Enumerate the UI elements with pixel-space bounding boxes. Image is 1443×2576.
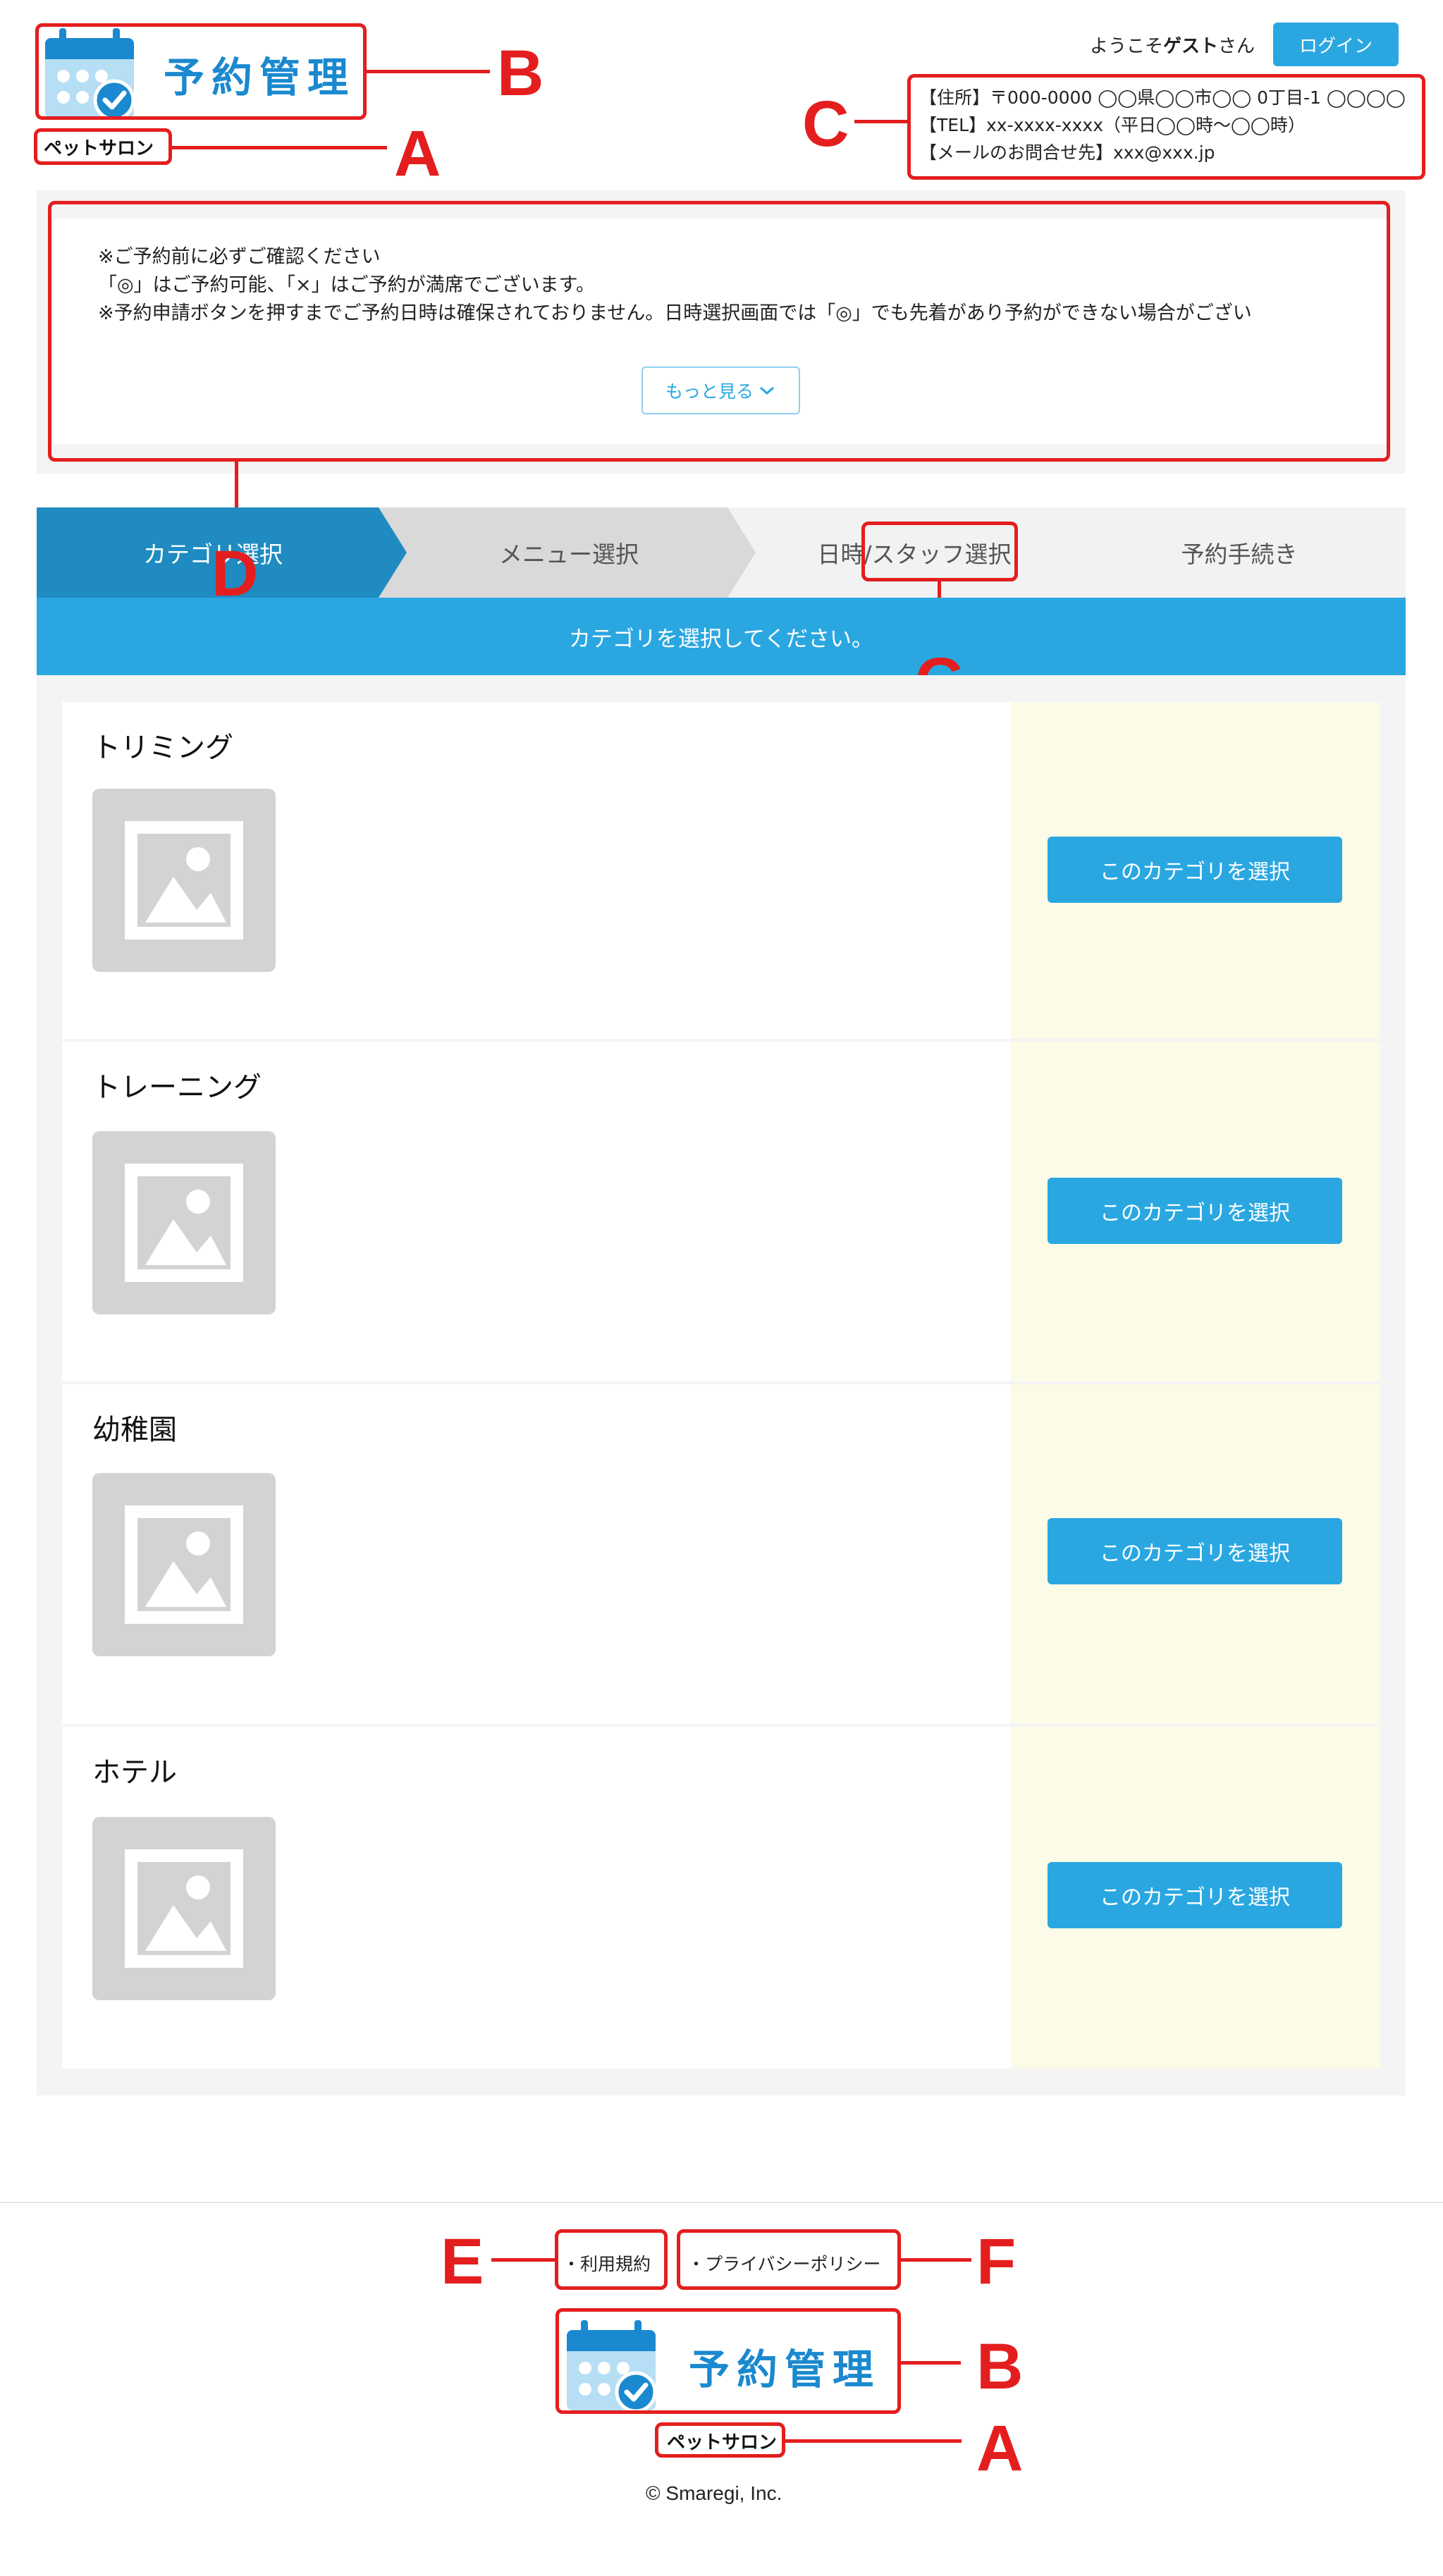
category-list: トリミング このカテゴリを選択 トレーニング このカテゴリを選択 幼稚園 このカ… <box>37 675 1406 2095</box>
annotation-box-b-footer <box>555 2308 901 2414</box>
copyright: © Smaregi, Inc. <box>646 2482 782 2504</box>
welcome-user: ゲスト <box>1163 36 1219 57</box>
annotation-box-b <box>35 23 367 120</box>
annotation-line-f <box>901 2258 971 2262</box>
annotation-label-d: D <box>211 538 259 610</box>
step-menu: メニュー選択 <box>393 507 745 598</box>
footer-divider <box>0 2202 1443 2203</box>
category-action-panel: このカテゴリを選択 <box>1011 1384 1380 1724</box>
annotation-line-a <box>172 146 387 149</box>
annotation-line-c <box>854 120 907 123</box>
annotation-label-c: C <box>802 88 849 160</box>
category-action-panel: このカテゴリを選択 <box>1011 1727 1380 2069</box>
select-category-button[interactable]: このカテゴリを選択 <box>1048 1178 1342 1244</box>
annotation-label-f: F <box>976 2226 1017 2298</box>
login-button[interactable]: ログイン <box>1273 23 1399 66</box>
annotation-box-g <box>861 522 1018 581</box>
image-placeholder-icon <box>92 1817 276 2000</box>
annotation-label-b-footer: B <box>976 2331 1024 2403</box>
annotation-line-b-footer <box>901 2361 961 2365</box>
category-row: 幼稚園 このカテゴリを選択 <box>62 1384 1380 1724</box>
annotation-box-e <box>555 2229 668 2290</box>
annotation-box-f <box>677 2229 901 2290</box>
category-name: トレーニング <box>92 1071 262 1104</box>
welcome-suffix: さん <box>1218 36 1255 57</box>
annotation-label-a-footer: A <box>976 2412 1024 2484</box>
welcome-text: ようこそゲストさん <box>1090 32 1255 58</box>
annotation-box-a <box>34 128 172 165</box>
annotation-line-a-footer <box>785 2439 962 2443</box>
annotation-label-a: A <box>394 118 441 190</box>
image-placeholder-icon <box>92 789 276 972</box>
annotation-box-d <box>48 201 1390 462</box>
annotation-line-e <box>491 2258 555 2262</box>
annotation-box-a-footer <box>655 2422 785 2458</box>
annotation-line-b <box>367 70 490 73</box>
category-row: ホテル このカテゴリを選択 <box>62 1727 1380 2069</box>
category-action-panel: このカテゴリを選択 <box>1011 702 1380 1039</box>
step-reservation-label: 予約手続き <box>1181 541 1298 568</box>
category-row: トリミング このカテゴリを選択 <box>62 702 1380 1039</box>
image-placeholder-icon <box>92 1131 276 1314</box>
annotation-label-b: B <box>497 37 544 109</box>
category-name: ホテル <box>92 1756 177 1789</box>
annotation-box-c <box>907 74 1425 180</box>
step-menu-label: メニュー選択 <box>499 541 639 568</box>
category-name: トリミング <box>92 732 233 764</box>
select-category-button[interactable]: このカテゴリを選択 <box>1048 1862 1342 1928</box>
select-category-button[interactable]: このカテゴリを選択 <box>1048 1518 1342 1584</box>
category-row: トレーニング このカテゴリを選択 <box>62 1042 1380 1381</box>
annotation-label-e: E <box>441 2226 484 2298</box>
category-name: 幼稚園 <box>92 1414 177 1446</box>
welcome-prefix: ようこそ <box>1090 36 1164 57</box>
step-reservation: 予約手続き <box>1073 507 1406 598</box>
instruction-banner: カテゴリを選択してください。 <box>37 598 1406 675</box>
image-placeholder-icon <box>92 1473 276 1656</box>
category-action-panel: このカテゴリを選択 <box>1011 1042 1380 1381</box>
select-category-button[interactable]: このカテゴリを選択 <box>1048 837 1342 903</box>
